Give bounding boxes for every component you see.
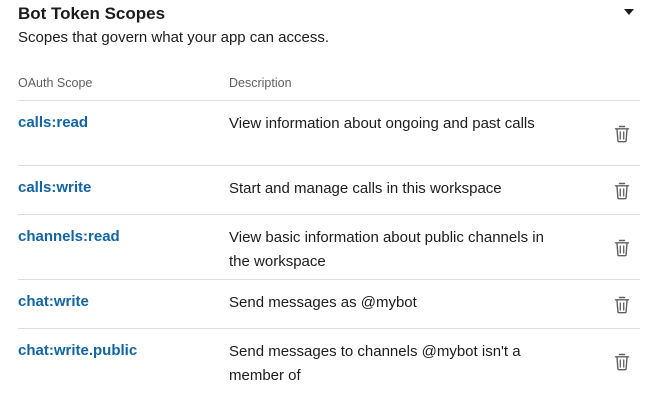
caret-down-icon[interactable] [624, 9, 634, 15]
scope-row: calls:read View information about ongoin… [18, 101, 640, 166]
scope-row: chat:write Send messages as @mybot [18, 280, 640, 329]
scope-description: Start and manage calls in this workspace [229, 180, 502, 197]
column-header-description: Description [229, 76, 292, 90]
scope-name-link[interactable]: chat:write.public [18, 341, 137, 361]
scope-name-link[interactable]: chat:write [18, 292, 89, 312]
section-header: Bot Token Scopes [18, 2, 640, 28]
scopes-table: calls:read View information about ongoin… [18, 101, 640, 394]
trash-icon[interactable] [614, 296, 630, 314]
scope-description: Send messages as @mybot [229, 294, 417, 311]
scope-name-link[interactable]: channels:read [18, 227, 120, 247]
scope-row: chat:write.public Send messages to chann… [18, 329, 640, 394]
trash-icon[interactable] [614, 182, 630, 200]
scope-row: channels:read View basic information abo… [18, 215, 640, 280]
scope-name-link[interactable]: calls:write [18, 178, 91, 198]
trash-icon[interactable] [614, 125, 630, 143]
scope-row: calls:write Start and manage calls in th… [18, 166, 640, 215]
scope-description: View basic information about public chan… [229, 229, 544, 270]
trash-icon[interactable] [614, 239, 630, 257]
scope-name-link[interactable]: calls:read [18, 113, 88, 133]
section-subtitle: Scopes that govern what your app can acc… [18, 29, 330, 46]
section-title: Bot Token Scopes [18, 4, 166, 23]
scope-description: Send messages to channels @mybot isn't a… [229, 343, 521, 384]
scope-description: View information about ongoing and past … [229, 115, 535, 132]
trash-icon[interactable] [614, 353, 630, 371]
column-header-oauth-scope: OAuth Scope [18, 76, 93, 90]
